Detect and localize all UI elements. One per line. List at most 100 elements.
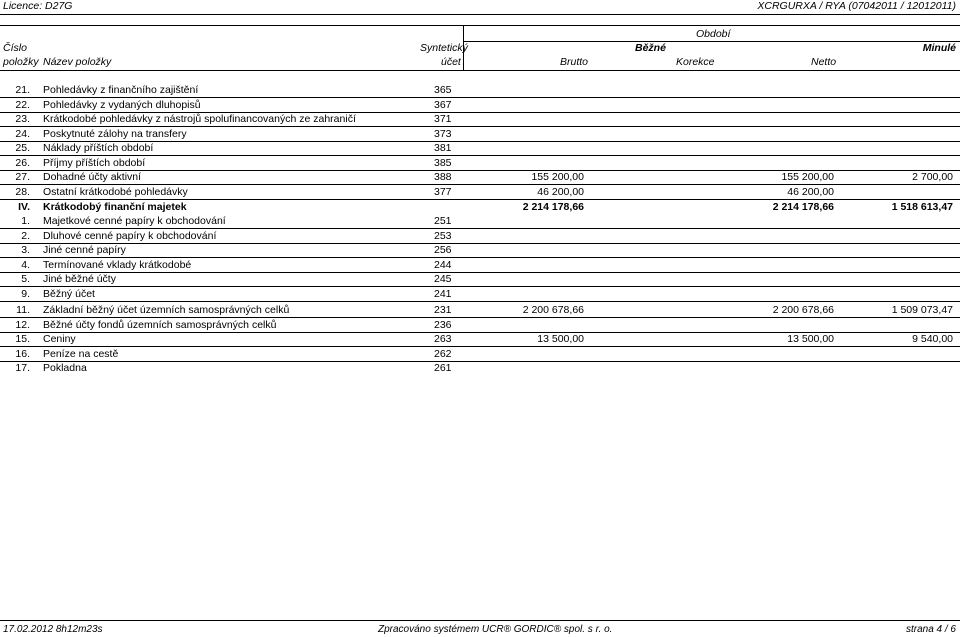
row-account: 373	[434, 127, 452, 140]
table-row: 2. Dluhové cenné papíry k obchodování 25…	[0, 230, 960, 244]
row-name: Peníze na cestě	[43, 347, 119, 360]
header-cislo: Číslo	[3, 42, 27, 54]
row-minule: 1 509 073,47	[891, 304, 953, 316]
header-nazev: Název položky	[43, 56, 112, 68]
row-underline	[0, 198, 960, 200]
header-bezne: Běžné	[635, 42, 666, 54]
header-synteticky: Syntetický	[420, 42, 468, 54]
row-netto: 13 500,00	[787, 333, 834, 345]
row-name: Základní běžný účet územních samosprávný…	[43, 304, 290, 316]
report-code: XCRGURXA / RYA (07042011 / 12012011)	[757, 0, 956, 12]
table-row: 16. Peníze na cestě 262	[0, 348, 960, 362]
row-account: 377	[434, 185, 452, 198]
row-account: 262	[434, 347, 452, 360]
row-brutto: 2 214 178,66	[522, 201, 584, 213]
row-number: 15.	[15, 333, 30, 345]
row-name: Příjmy příštích období	[43, 156, 146, 169]
row-account: 231	[434, 304, 452, 316]
row-netto: 155 200,00	[781, 171, 834, 183]
row-number: 26.	[15, 156, 30, 169]
table-row: 9. Běžný účet 241	[0, 288, 960, 302]
row-number: 17.	[15, 362, 30, 374]
row-number: 3.	[21, 244, 30, 256]
table-row-section: IV. Krátkodobý finanční majetek 2 214 17…	[0, 201, 960, 215]
row-brutto: 155 200,00	[531, 171, 584, 183]
header-bottom-line	[0, 70, 960, 71]
row-account: 241	[434, 287, 452, 300]
table-row: 23. Krátkodobé pohledávky z nástrojů spo…	[0, 113, 960, 127]
header-top-line	[0, 25, 960, 26]
table-row: 3. Jiné cenné papíry 256	[0, 244, 960, 258]
licence-label: Licence: D27G	[3, 0, 73, 12]
row-account: 245	[434, 273, 452, 285]
row-name: Termínované vklady krátkodobé	[43, 258, 192, 271]
table-row: 24. Poskytnuté zálohy na transfery 373	[0, 128, 960, 142]
table-row: 25. Náklady příštích období 381	[0, 142, 960, 156]
row-name: Krátkodobé pohledávky z nástrojů spolufi…	[43, 113, 356, 125]
row-account: 253	[434, 229, 452, 242]
row-number: 4.	[21, 258, 30, 271]
row-number: 24.	[15, 127, 30, 140]
row-account: 365	[434, 84, 452, 96]
row-minule: 2 700,00	[912, 171, 953, 183]
row-account: 385	[434, 156, 452, 169]
row-account: 381	[434, 142, 452, 154]
table-row: 11. Základní běžný účet územních samospr…	[0, 304, 960, 318]
row-number: 11.	[16, 304, 30, 316]
row-brutto: 46 200,00	[537, 185, 584, 198]
row-name: Ostatní krátkodobé pohledávky	[43, 185, 188, 198]
row-account: 263	[434, 333, 452, 345]
top-divider	[0, 14, 960, 15]
row-number: 28.	[15, 185, 30, 198]
row-number: 1.	[21, 215, 30, 227]
row-minule: 9 540,00	[912, 333, 953, 345]
row-account: 261	[434, 362, 452, 374]
row-number: 27.	[15, 171, 30, 183]
row-netto: 2 214 178,66	[772, 201, 834, 213]
row-name: Majetkové cenné papíry k obchodování	[43, 215, 226, 227]
row-number: IV.	[18, 201, 30, 213]
row-number: 5.	[21, 273, 30, 285]
row-name: Jiné cenné papíry	[43, 244, 126, 256]
table-row: 12. Běžné účty fondů územních samosprávn…	[0, 319, 960, 333]
row-number: 12.	[15, 318, 30, 331]
row-number: 21.	[15, 84, 30, 96]
row-account: 236	[434, 318, 452, 331]
row-minule: 1 518 613,47	[891, 201, 953, 213]
row-account: 367	[434, 98, 452, 111]
row-name: Ceniny	[43, 333, 76, 345]
row-name: Krátkodobý finanční majetek	[43, 201, 187, 213]
row-account: 244	[434, 258, 452, 271]
footer-datetime: 17.02.2012 8h12m23s	[3, 624, 103, 635]
table-row: 22. Pohledávky z vydaných dluhopisů 367	[0, 99, 960, 113]
header-col-divider	[463, 25, 464, 70]
footer-divider	[0, 620, 960, 621]
header-obdobi: Období	[696, 28, 731, 40]
row-netto: 2 200 678,66	[772, 304, 834, 316]
row-name: Pohledávky z vydaných dluhopisů	[43, 98, 201, 111]
row-name: Běžné účty fondů územních samosprávných …	[43, 318, 277, 331]
header-korekce: Korekce	[676, 56, 715, 68]
table-row: 21. Pohledávky z finančního zajištění 36…	[0, 84, 960, 98]
row-netto: 46 200,00	[787, 185, 834, 198]
table-row: 4. Termínované vklady krátkodobé 244	[0, 259, 960, 273]
row-account: 388	[434, 171, 452, 183]
row-name: Pohledávky z finančního zajištění	[43, 84, 199, 96]
row-name: Pokladna	[43, 362, 87, 374]
row-name: Dluhové cenné papíry k obchodování	[43, 229, 217, 242]
row-underline	[0, 300, 960, 302]
header-ucet: účet	[441, 56, 461, 68]
table-row: 15. Ceniny 263 13 500,00 13 500,00 9 540…	[0, 333, 960, 347]
row-number: 25.	[15, 142, 30, 154]
table-row: 27. Dohadné účty aktivní 388 155 200,00 …	[0, 171, 960, 185]
row-name: Poskytnuté zálohy na transfery	[43, 127, 187, 140]
header-polozky: položky	[3, 56, 39, 68]
footer-processed: Zpracováno systémem UCR® GORDIC® spol. s…	[378, 624, 613, 635]
table-row: 5. Jiné běžné účty 245	[0, 273, 960, 287]
row-account: 371	[434, 113, 452, 125]
row-brutto: 2 200 678,66	[522, 304, 584, 316]
row-name: Dohadné účty aktivní	[43, 171, 142, 183]
header-netto: Netto	[811, 56, 837, 68]
header-brutto: Brutto	[560, 56, 589, 68]
row-brutto: 13 500,00	[537, 333, 584, 345]
